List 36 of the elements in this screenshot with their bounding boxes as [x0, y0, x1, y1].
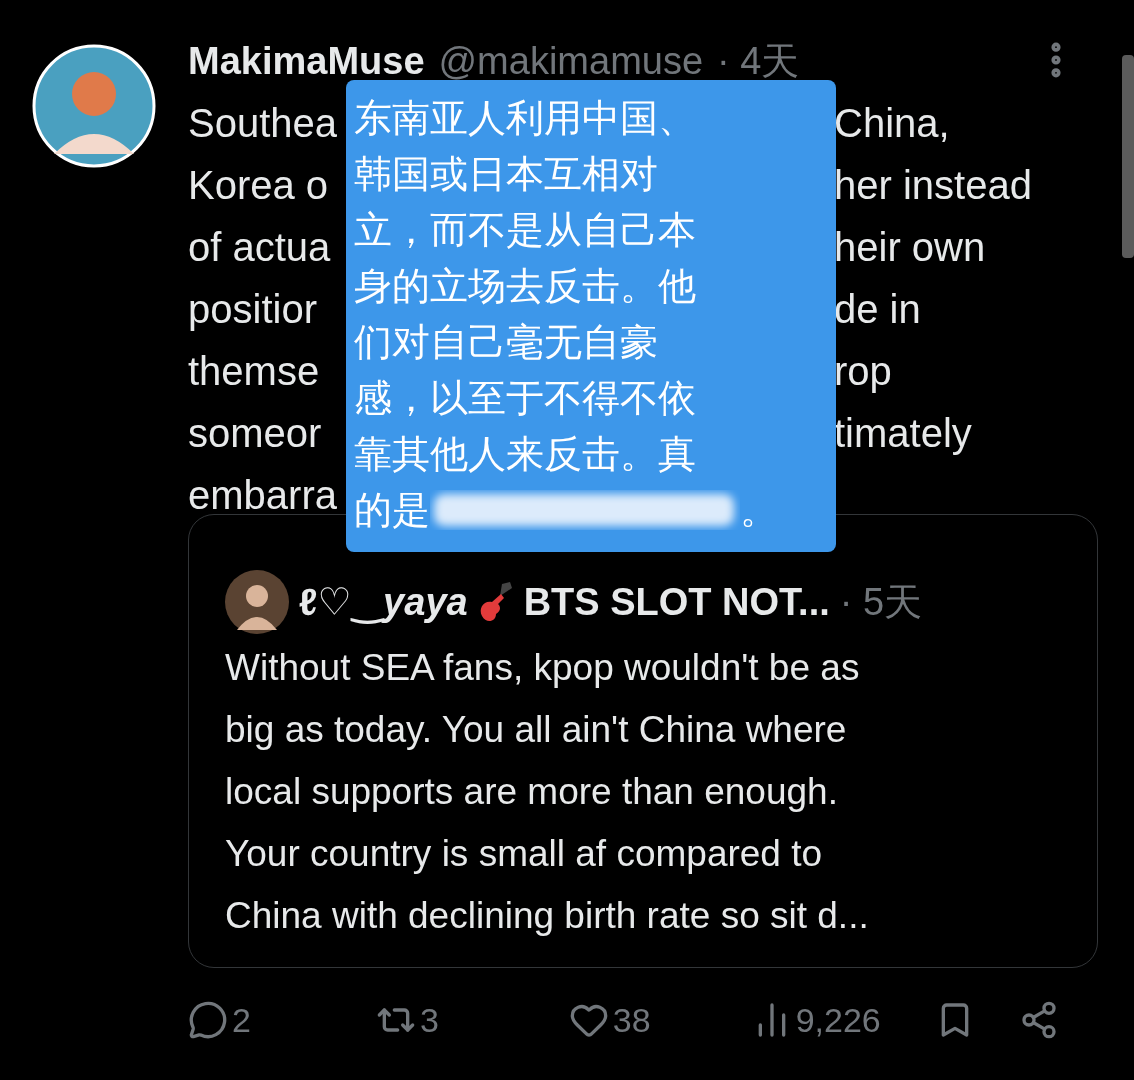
- translation-text: 立，而不是从自己本: [354, 207, 696, 254]
- tweet-text: heir own: [834, 224, 987, 270]
- tweet-text: of actua: [188, 224, 332, 270]
- scrollbar[interactable]: [1122, 55, 1134, 258]
- views-button[interactable]: 9,226: [751, 1000, 881, 1040]
- translation-text: 韩国或日本互相对: [354, 151, 658, 198]
- translation-text: 们对自己毫无自豪: [354, 319, 658, 366]
- translation-text: 的是: [354, 487, 430, 534]
- translation-text: 东南亚人利用中国、: [354, 95, 696, 142]
- translation-text: 身的立场去反击。他: [354, 263, 696, 310]
- reply-icon: [188, 1000, 228, 1040]
- tweet-text: Southea: [188, 100, 339, 146]
- post-time[interactable]: · 5天: [839, 576, 923, 628]
- tweet-text: someor: [188, 410, 323, 456]
- translation-text: 靠其他人来反击。真: [354, 431, 696, 478]
- tweet-text: her instead: [834, 162, 1033, 208]
- tweet-text: themse: [188, 348, 321, 394]
- quoted-display-name[interactable]: ℓ♡‿yaya: [299, 580, 468, 624]
- tweet-text: positior: [188, 286, 318, 332]
- tweet-text: China,: [834, 100, 951, 146]
- quoted-post-text: Without SEA fans, kpop wouldn't be as big as today. You all ain't China where local supports are more than enough. Your country is small af compared to China with declining birth rate so sit d...: [225, 646, 870, 938]
- tweet-text: timately: [834, 410, 973, 456]
- translation-text: 感，以至于不得不依: [354, 375, 696, 422]
- quoted-display-name[interactable]: BTS SLOT NOT...: [523, 580, 830, 624]
- quoted-avatar[interactable]: [225, 570, 289, 634]
- tweet-text: de in: [834, 286, 922, 332]
- user-handle[interactable]: @makimamuse: [438, 39, 704, 83]
- tweet-text: embarra: [188, 472, 338, 518]
- avatar[interactable]: [32, 44, 156, 168]
- translation-text: 。: [740, 487, 778, 534]
- like-button[interactable]: 38: [568, 1000, 651, 1040]
- reply-button[interactable]: 2: [188, 1000, 251, 1040]
- repost-button[interactable]: 3: [375, 1000, 439, 1040]
- tweet-text: Korea o: [188, 162, 330, 208]
- display-name[interactable]: MakimaMuse: [188, 39, 425, 83]
- tweet-text: rop: [834, 348, 893, 394]
